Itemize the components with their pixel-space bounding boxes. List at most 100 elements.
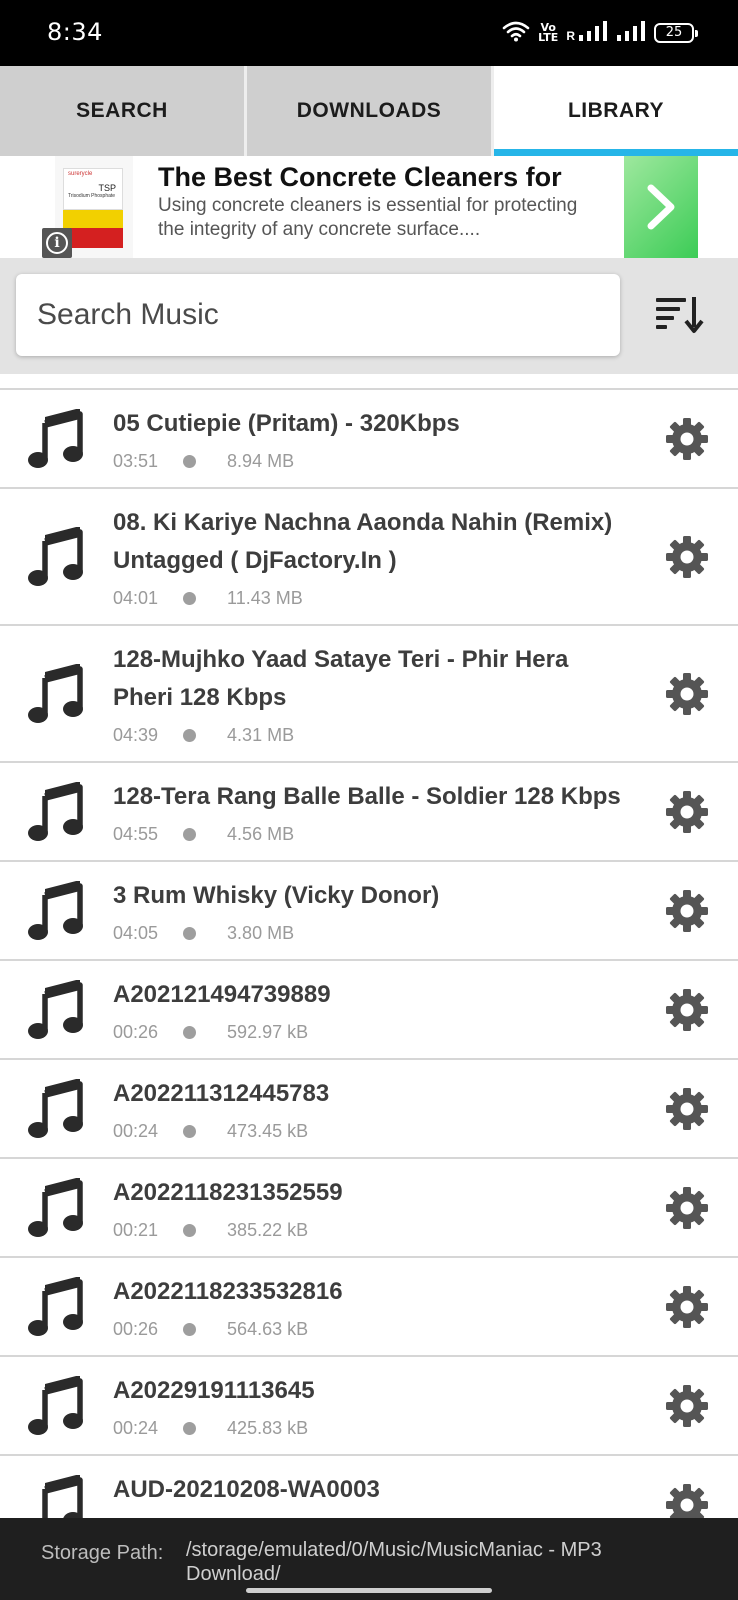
tab-bar: SEARCH DOWNLOADS LIBRARY	[0, 66, 738, 156]
status-bar: 8:34 Vo LTE R 25	[0, 0, 738, 66]
song-list[interactable]: 05 Cutiepie (Pritam) - 320Kbps 03:51 8.9…	[0, 388, 738, 1518]
song-title: 08. Ki Kariye Nachna Aaonda Nahin (Remix…	[113, 509, 613, 574]
music-note-icon	[28, 1375, 83, 1435]
song-meta: 00:21 385.22 kB	[113, 1219, 628, 1241]
search-area	[0, 258, 738, 374]
song-row[interactable]: 128-Mujhko Yaad Sataye Teri - Phir Hera …	[0, 626, 738, 763]
song-meta: 03:51 8.94 MB	[113, 450, 628, 472]
song-row[interactable]: A2022118233532816 00:26 564.63 kB	[0, 1258, 738, 1357]
song-size: 3.80 MB	[227, 922, 295, 943]
ad-image-label: surerycle TSP Trisodium Phosphate	[63, 168, 123, 210]
tab-search[interactable]: SEARCH	[0, 66, 247, 156]
song-title: A2022118233532816	[113, 1278, 343, 1305]
separator-dot	[183, 1025, 197, 1039]
song-meta: 04:39 4.31 MB	[113, 724, 628, 746]
ad-description[interactable]: Using concrete cleaners is essential for…	[158, 194, 598, 242]
music-note-icon	[28, 663, 83, 723]
song-size: 473.45 kB	[227, 1120, 309, 1141]
music-note-icon	[28, 526, 83, 586]
song-size: 4.31 MB	[227, 724, 295, 745]
sort-icon	[656, 297, 704, 333]
song-meta: 00:26 592.97 kB	[113, 1021, 628, 1043]
signal-icon	[578, 20, 608, 47]
music-note-icon	[28, 781, 83, 841]
song-meta: 04:01 11.43 MB	[113, 587, 628, 609]
gear-icon[interactable]	[666, 790, 708, 833]
ad-title[interactable]: The Best Concrete Cleaners for	[158, 162, 562, 193]
song-size: 11.43 MB	[227, 587, 303, 608]
storage-path: /storage/emulated/0/Music/MusicManiac - …	[186, 1539, 602, 1585]
music-note-icon	[34, 1474, 83, 1518]
song-title: 128-Mujhko Yaad Sataye Teri - Phir Hera …	[113, 646, 569, 711]
gear-icon[interactable]	[666, 988, 708, 1031]
song-row[interactable]: 05 Cutiepie (Pritam) - 320Kbps 03:51 8.9…	[0, 390, 738, 489]
wifi-icon	[502, 20, 530, 47]
song-size: 8.94 MB	[227, 450, 295, 471]
song-meta: 00:24 425.83 kB	[113, 1417, 628, 1439]
song-duration: 03:51	[113, 450, 159, 471]
signal-icon-2	[616, 20, 646, 47]
song-title: 3 Rum Whisky (Vicky Donor)	[113, 882, 440, 909]
gear-icon[interactable]	[666, 1285, 708, 1328]
separator-dot	[183, 454, 197, 468]
ad-arrow-button[interactable]	[624, 156, 698, 258]
separator-dot	[183, 728, 197, 742]
song-duration: 00:26	[113, 1318, 159, 1339]
music-note-icon	[28, 1276, 83, 1336]
music-note-icon	[28, 1078, 83, 1138]
tab-library[interactable]: LIBRARY	[494, 66, 738, 156]
song-duration: 04:55	[113, 823, 159, 844]
ad-image-band-red	[63, 228, 123, 248]
song-title: 128-Tera Rang Balle Balle - Soldier 128 …	[113, 783, 621, 810]
song-duration: 00:26	[113, 1021, 159, 1042]
song-title: A2022118231352559	[113, 1179, 343, 1206]
song-row[interactable]: A202121494739889 00:26 592.97 kB	[0, 961, 738, 1060]
gear-icon[interactable]	[666, 1186, 708, 1229]
song-title: AUD-20210208-WA0003	[113, 1476, 380, 1503]
ad-banner[interactable]: surerycle TSP Trisodium Phosphate i The …	[0, 156, 738, 258]
chevron-right-icon	[647, 184, 675, 230]
volte-indicator: Vo LTE	[538, 21, 559, 44]
song-duration: 00:21	[113, 1219, 159, 1240]
song-size: 4.56 MB	[227, 823, 295, 844]
song-size: 564.63 kB	[227, 1318, 309, 1339]
song-row[interactable]: A202211312445783 00:24 473.45 kB	[0, 1060, 738, 1159]
gear-icon[interactable]	[666, 889, 708, 932]
song-duration: 00:24	[113, 1120, 159, 1141]
separator-dot	[183, 591, 197, 605]
separator-dot	[183, 1223, 197, 1237]
separator-dot	[183, 926, 197, 940]
gear-icon[interactable]	[666, 1087, 708, 1130]
storage-label: Storage Path:	[41, 1542, 164, 1564]
status-time: 8:34	[47, 18, 103, 46]
song-row[interactable]: A20229191113645 00:24 425.83 kB	[0, 1357, 738, 1456]
song-row[interactable]: 3 Rum Whisky (Vicky Donor) 04:05 3.80 MB	[0, 862, 738, 961]
sort-button[interactable]	[650, 284, 710, 344]
gear-icon[interactable]	[666, 1384, 708, 1427]
song-title: 05 Cutiepie (Pritam) - 320Kbps	[113, 410, 460, 437]
song-row[interactable]: AUD-20210208-WA0003	[0, 1456, 738, 1518]
song-row[interactable]: 128-Tera Rang Balle Balle - Soldier 128 …	[0, 763, 738, 862]
home-indicator[interactable]	[246, 1588, 492, 1593]
tab-downloads[interactable]: DOWNLOADS	[247, 66, 494, 156]
gear-icon[interactable]	[666, 535, 708, 578]
song-meta: 04:05 3.80 MB	[113, 922, 628, 944]
roaming-indicator: R	[566, 29, 575, 43]
song-title: A20229191113645	[113, 1377, 315, 1404]
song-row[interactable]: 08. Ki Kariye Nachna Aaonda Nahin (Remix…	[0, 489, 738, 626]
song-meta: 00:26 564.63 kB	[113, 1318, 628, 1340]
song-size: 385.22 kB	[227, 1219, 309, 1240]
separator-dot	[183, 1322, 197, 1336]
gear-icon[interactable]	[666, 417, 708, 460]
song-meta: 00:24 473.45 kB	[113, 1120, 628, 1142]
status-icons: Vo LTE R 25	[502, 18, 698, 48]
ad-image-band-yellow	[63, 210, 123, 228]
song-row[interactable]: A2022118231352559 00:21 385.22 kB	[0, 1159, 738, 1258]
music-note-icon	[28, 880, 83, 940]
battery-icon: 25	[654, 23, 698, 43]
search-input[interactable]	[16, 274, 620, 356]
gear-icon[interactable]	[666, 1483, 708, 1519]
gear-icon[interactable]	[666, 672, 708, 715]
search-box	[16, 274, 620, 356]
ad-info-icon[interactable]: i	[42, 228, 72, 258]
